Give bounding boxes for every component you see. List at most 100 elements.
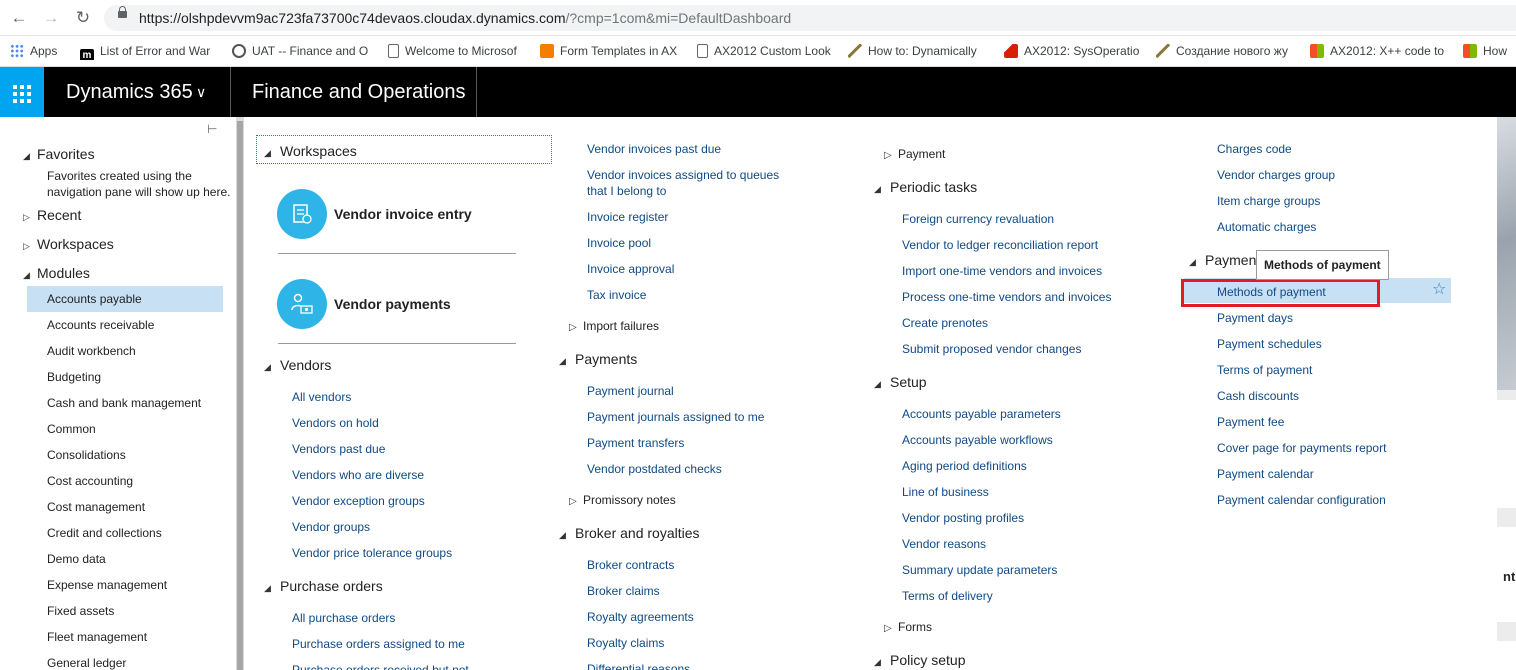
menu-link[interactable]: Vendor groups (292, 519, 370, 535)
menu-link[interactable]: Vendors who are diverse (292, 467, 424, 483)
module-item[interactable]: Cost accounting (27, 468, 223, 494)
menu-link[interactable]: Invoice approval (587, 261, 674, 277)
menu-link[interactable]: Accounts payable workflows (902, 432, 1053, 448)
module-item[interactable]: Budgeting (27, 364, 223, 390)
menu-link[interactable]: Broker claims (587, 583, 660, 599)
menu-link[interactable]: Royalty claims (587, 635, 664, 651)
address-bar[interactable]: https://olshpdevvm9ac723fa73700c74devaos… (104, 5, 1516, 31)
menu-link[interactable]: Cover page for payments report (1217, 440, 1386, 456)
back-arrow-icon[interactable]: ← (8, 7, 30, 29)
menu-link[interactable]: All purchase orders (292, 610, 395, 626)
nav-modules[interactable]: ◢ Modules (23, 264, 90, 284)
menu-link[interactable]: Payment calendar (1217, 466, 1314, 482)
menu-link[interactable]: Royalty agreements (587, 609, 694, 625)
section-setup[interactable]: ◢ Setup (874, 373, 927, 393)
menu-link[interactable]: Payment journal (587, 383, 674, 399)
menu-link[interactable]: Payment transfers (587, 435, 684, 451)
menu-link[interactable]: Tax invoice (587, 287, 646, 303)
app-launcher-waffle-icon[interactable] (0, 67, 44, 117)
group-import-failures[interactable]: ▷ Import failures (569, 318, 659, 336)
bookmark-item[interactable]: AX2012 Custom Look (697, 42, 831, 60)
module-item[interactable]: Fixed assets (27, 598, 223, 624)
menu-link[interactable]: Purchase orders assigned to me (292, 636, 465, 652)
bookmark-apps[interactable]: Apps (10, 42, 68, 60)
menu-link[interactable]: Process one-time vendors and invoices (902, 289, 1111, 305)
menu-link[interactable]: Charges code (1217, 141, 1292, 157)
section-workspaces[interactable]: ◢ Workspaces (264, 142, 357, 162)
vendor-payments-icon[interactable] (277, 279, 327, 329)
menu-link[interactable]: Summary update parameters (902, 562, 1057, 578)
menu-link[interactable]: Purchase orders received but not (292, 662, 469, 670)
module-item[interactable]: Expense management (27, 572, 223, 598)
menu-link[interactable]: Vendor postdated checks (587, 461, 722, 477)
menu-link[interactable]: Vendor invoices assigned to queues that … (587, 167, 787, 199)
menu-link[interactable]: Import one-time vendors and invoices (902, 263, 1102, 279)
section-purchase-orders[interactable]: ◢ Purchase orders (264, 577, 383, 597)
menu-link[interactable]: Payment days (1217, 310, 1293, 326)
reload-icon[interactable]: ↻ (72, 7, 94, 29)
menu-link[interactable]: Cash discounts (1217, 388, 1299, 404)
favorite-star-icon[interactable]: ☆ (1432, 281, 1446, 299)
module-item[interactable]: Consolidations (27, 442, 223, 468)
menu-link[interactable]: All vendors (292, 389, 351, 405)
group-forms[interactable]: ▷ Forms (884, 619, 932, 637)
menu-link[interactable]: Item charge groups (1217, 193, 1320, 209)
bookmark-item[interactable]: m List of Error and War (80, 42, 214, 60)
menu-link[interactable]: Accounts payable parameters (902, 406, 1061, 422)
nav-scrollbar[interactable] (236, 117, 244, 670)
module-item[interactable]: Cash and bank management (27, 390, 223, 416)
group-promissory-notes[interactable]: ▷ Promissory notes (569, 492, 676, 510)
tile-vendor-payments[interactable]: Vendor payments (334, 295, 451, 313)
vendor-invoice-entry-icon[interactable] (277, 189, 327, 239)
menu-link[interactable]: Vendors past due (292, 441, 385, 457)
brand-title[interactable]: Dynamics 365 (66, 80, 193, 104)
nav-workspaces[interactable]: ▷ Workspaces (23, 235, 114, 255)
menu-link[interactable]: Invoice pool (587, 235, 651, 251)
bookmark-item[interactable]: How (1463, 42, 1516, 60)
section-vendors[interactable]: ◢ Vendors (264, 356, 331, 376)
menu-link[interactable]: Line of business (902, 484, 989, 500)
section-broker-royalties[interactable]: ◢ Broker and royalties (559, 524, 700, 544)
menu-link[interactable]: Terms of payment (1217, 362, 1312, 378)
forward-arrow-icon[interactable]: → (40, 7, 62, 29)
nav-recent[interactable]: ▷ Recent (23, 206, 81, 226)
module-item[interactable]: Credit and collections (27, 520, 223, 546)
menu-link[interactable]: Foreign currency revaluation (902, 211, 1054, 227)
module-item[interactable]: Accounts receivable (27, 312, 223, 338)
section-payment-setup[interactable]: ◢ Paymen (1189, 251, 1256, 271)
module-item[interactable]: Demo data (27, 546, 223, 572)
bookmark-item[interactable]: AX2012: X++ code to (1310, 42, 1448, 60)
menu-link[interactable]: Vendor charges group (1217, 167, 1335, 183)
menu-link[interactable]: Submit proposed vendor changes (902, 341, 1081, 357)
menu-link[interactable]: Vendor price tolerance groups (292, 545, 452, 561)
tile-vendor-invoice-entry[interactable]: Vendor invoice entry (334, 205, 472, 223)
menu-link[interactable]: Invoice register (587, 209, 668, 225)
module-item[interactable]: Fleet management (27, 624, 223, 650)
menu-link[interactable]: Differential reasons (587, 661, 690, 670)
module-item[interactable]: Audit workbench (27, 338, 223, 364)
group-payment[interactable]: ▷ Payment (884, 146, 945, 164)
bookmark-item[interactable]: AX2012: SysOperatio (1004, 42, 1140, 60)
module-item[interactable]: General ledger (27, 650, 223, 670)
bookmark-item[interactable]: Welcome to Microsof (388, 42, 524, 60)
bookmark-item[interactable]: Создание нового жу (1156, 42, 1292, 60)
module-accounts-payable[interactable]: Accounts payable (27, 286, 223, 312)
menu-link[interactable]: Vendor reasons (902, 536, 986, 552)
section-policy-setup[interactable]: ◢ Policy setup (874, 651, 965, 670)
menu-link[interactable]: Payment journals assigned to me (587, 409, 764, 425)
menu-link[interactable]: Payment fee (1217, 414, 1284, 430)
menu-link[interactable]: Vendor to ledger reconciliation report (902, 237, 1098, 253)
menu-link[interactable]: Payment calendar configuration (1217, 492, 1386, 508)
menu-link[interactable]: Broker contracts (587, 557, 674, 573)
menu-link[interactable]: Vendor exception groups (292, 493, 425, 509)
menu-link[interactable]: Vendor invoices past due (587, 141, 721, 157)
pin-icon[interactable]: ⊢ (207, 122, 217, 136)
scrollbar-thumb[interactable] (237, 121, 243, 670)
chevron-down-icon[interactable]: ∨ (196, 80, 206, 104)
section-payments[interactable]: ◢ Payments (559, 350, 637, 370)
menu-link[interactable]: Vendor posting profiles (902, 510, 1024, 526)
module-item[interactable]: Cost management (27, 494, 223, 520)
menu-link[interactable]: Aging period definitions (902, 458, 1027, 474)
module-item[interactable]: Common (27, 416, 223, 442)
menu-link[interactable]: Terms of delivery (902, 588, 993, 604)
